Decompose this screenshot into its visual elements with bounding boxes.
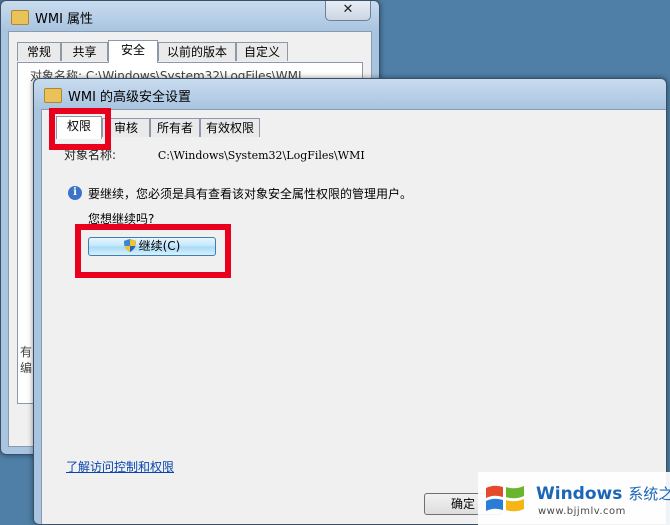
folder-icon [44,88,62,103]
learn-access-control-link[interactable]: 了解访问控制和权限 [66,458,174,475]
watermark-brand-text: Windows [536,484,623,504]
tab-permissions[interactable]: 权限 [56,116,102,139]
tab-previous-versions[interactable]: 以前的版本 [158,42,236,61]
tab-owner[interactable]: 所有者 [150,118,200,137]
info-message: 要继续，您必须是具有查看该对象安全属性权限的管理用户。 [88,187,413,201]
tab-effective-permissions[interactable]: 有效权限 [200,118,260,137]
watermark: Windows 系统之家 www.bjjmlv.com [478,472,670,525]
side-text: 有 [20,345,33,359]
side-text: 编 [20,361,33,375]
tab-general[interactable]: 常规 [17,42,61,61]
continue-question: 您想继续吗? [88,212,155,226]
object-name-label: 对象名称: [64,148,117,162]
continue-button[interactable]: 继续(C) [88,237,216,256]
folder-icon [11,10,29,25]
watermark-url: www.bjjmlv.com [538,506,626,517]
tab-security[interactable]: 安全 [108,40,158,63]
advanced-title: WMI 的高级安全设置 [68,90,192,105]
object-path: C:\Windows\System32\LogFiles\WMI [157,149,365,162]
windows-logo-icon [486,485,524,512]
properties-titlebar[interactable]: WMI 属性 ✕ [1,1,379,31]
tab-sharing[interactable]: 共享 [61,42,108,61]
tab-customize[interactable]: 自定义 [236,42,288,61]
tab-auditing[interactable]: 审核 [102,118,150,137]
close-button[interactable]: ✕ [325,1,371,21]
continue-label: 继续(C) [138,239,181,253]
advanced-titlebar[interactable]: WMI 的高级安全设置 [34,79,666,109]
watermark-brand-suffix: 系统之家 [628,485,670,503]
uac-shield-icon [123,239,136,252]
object-name-row: 对象名称: C:\Windows\System32\LogFiles\WMI [64,146,365,163]
advanced-client: 权限 审核 所有者 有效权限 对象名称: C:\Windows\System32… [41,109,666,524]
properties-title: WMI 属性 [35,12,94,27]
info-icon: i [68,186,82,200]
watermark-brand: Windows 系统之家 [536,483,670,504]
advanced-security-window: WMI 的高级安全设置 权限 审核 所有者 有效权限 对象名称: C:\Wind… [33,78,667,525]
